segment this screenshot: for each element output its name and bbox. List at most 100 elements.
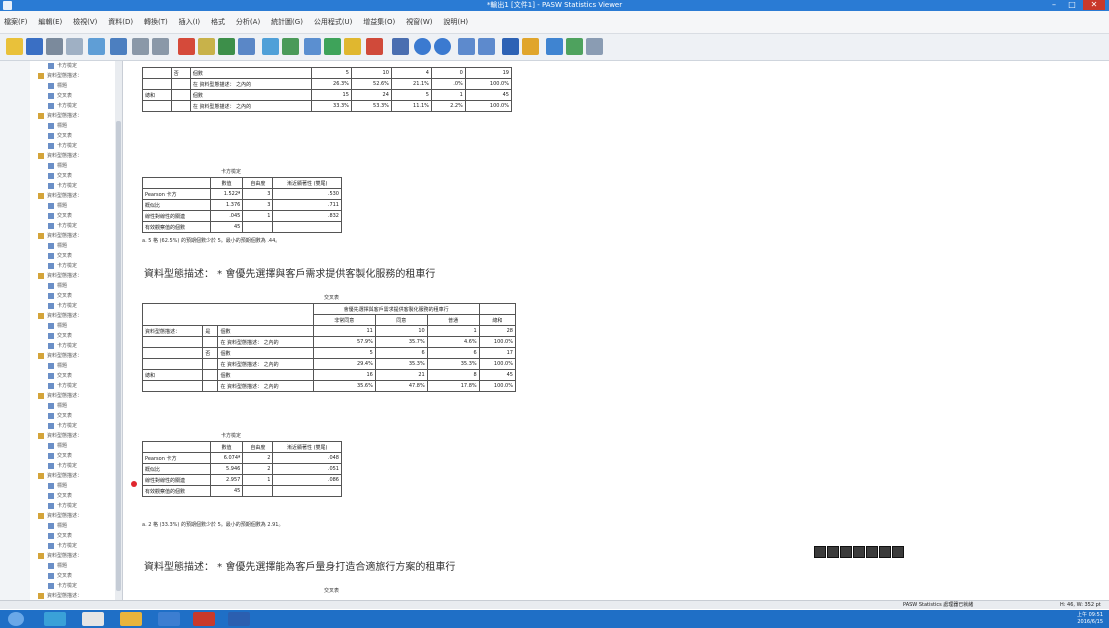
clock[interactable]: 上午 09:51 2016/6/15 [1077,612,1103,626]
dialog-recall-icon[interactable] [110,38,127,55]
menu-graphs[interactable]: 統計圖(G) [267,11,307,33]
explorer-icon[interactable] [120,612,142,626]
collapse-icon[interactable] [478,38,495,55]
pivot-icon[interactable] [814,546,826,558]
menu-file[interactable]: 檔案(F) [0,11,32,33]
outline-item[interactable]: 交叉表 [30,331,114,341]
menu-analyze[interactable]: 分析(A) [232,11,264,33]
outline-item[interactable]: 標題 [30,321,114,331]
ie-icon[interactable] [44,612,66,626]
outline-item[interactable]: 卡方檢定 [30,541,114,551]
outline-item[interactable]: 資料型態描述： [30,471,114,481]
save-icon[interactable] [26,38,43,55]
outline-item[interactable]: 卡方檢定 [30,461,114,471]
print-preview-icon[interactable] [66,38,83,55]
outline-item[interactable]: 卡方檢定 [30,421,114,431]
outline-item[interactable]: 資料型態描述： [30,551,114,561]
variables-icon[interactable] [238,38,255,55]
outline-pane[interactable]: 卡方檢定 資料型態描述： 標題 交叉表 卡方檢定 資料型態描述： 標題 交叉表 卡方檢定 資料型態… [30,61,123,604]
outline-item[interactable]: 標題 [30,281,114,291]
outline-item[interactable]: 資料型態描述： [30,271,114,281]
outline-item[interactable]: 卡方檢定 [30,221,114,231]
outline-item[interactable]: 交叉表 [30,451,114,461]
select-cases-icon[interactable] [282,38,299,55]
outline-item[interactable]: 交叉表 [30,291,114,301]
app-icon[interactable] [158,612,180,626]
outline-item[interactable]: 標題 [30,441,114,451]
outline-item[interactable]: 標題 [30,121,114,131]
zoom-icon[interactable] [879,546,891,558]
outline-item[interactable]: 卡方檢定 [30,101,114,111]
outline-item[interactable]: 卡方檢定 [30,341,114,351]
spell-icon[interactable] [366,38,383,55]
outline-item[interactable]: 卡方檢定 [30,381,114,391]
close-button[interactable]: ✕ [1083,0,1105,10]
outline-item[interactable]: 資料型態描述： [30,311,114,321]
chart-icon[interactable] [840,546,852,558]
menu-view[interactable]: 檢視(V) [69,11,101,33]
outline-item[interactable]: 交叉表 [30,251,114,261]
use-sets-icon[interactable] [324,38,341,55]
outline-item[interactable]: 標題 [30,241,114,251]
print-icon[interactable] [46,38,63,55]
goto-data-icon[interactable] [178,38,195,55]
settings-icon[interactable] [892,546,904,558]
output-content[interactable]: 否個數 5 10 4 0 19 在 資料型態描述： 之內的 26.3% 52.6% 21.1% .0… [124,61,1109,600]
outline-item[interactable]: 交叉表 [30,531,114,541]
minimize-button[interactable]: – [1046,0,1062,10]
undo-icon[interactable] [132,38,149,55]
outline-item[interactable]: 資料型態描述： [30,511,114,521]
menu-window[interactable]: 視窗(W) [402,11,436,33]
outline-item[interactable]: 標題 [30,521,114,531]
outline-item[interactable]: 資料型態描述： [30,71,114,81]
outline-item[interactable]: 標題 [30,161,114,171]
outline-item[interactable]: 資料型態描述： [30,151,114,161]
outline-item[interactable]: 資料型態描述： [30,351,114,361]
redo-icon[interactable] [152,38,169,55]
outline-item[interactable]: 資料型態描述： [30,231,114,241]
word-icon[interactable] [228,612,250,626]
export-icon[interactable] [88,38,105,55]
menu-transform[interactable]: 轉換(T) [140,11,172,33]
menu-help[interactable]: 說明(H) [439,11,472,33]
show-all-icon[interactable] [344,38,361,55]
outline-item[interactable]: 卡方檢定 [30,301,114,311]
outline-item[interactable]: 卡方檢定 [30,141,114,151]
outline-item[interactable]: 標題 [30,561,114,571]
outline-item[interactable]: 交叉表 [30,131,114,141]
outline-item[interactable]: 交叉表 [30,411,114,421]
outline-item[interactable]: 資料型態描述： [30,191,114,201]
outline-item[interactable]: 標題 [30,201,114,211]
outline-item[interactable]: 卡方檢定 [30,181,114,191]
text-icon[interactable] [866,546,878,558]
maximize-button[interactable]: □ [1064,0,1080,10]
open-icon[interactable] [6,38,23,55]
goto-case-icon[interactable] [198,38,215,55]
insert-title-icon[interactable] [566,38,583,55]
outline-scrollbar[interactable] [115,61,122,604]
outline-item[interactable]: 交叉表 [30,91,114,101]
value-labels-icon[interactable] [304,38,321,55]
outline-item[interactable]: 卡方檢定 [30,501,114,511]
outline-item[interactable]: 卡方檢定 [30,581,114,591]
menu-addons[interactable]: 增益集(O) [359,11,399,33]
expand-icon[interactable] [458,38,475,55]
table-icon[interactable] [853,546,865,558]
outline-item[interactable]: 資料型態描述： [30,111,114,121]
show-icon[interactable] [502,38,519,55]
chart-icon[interactable] [218,38,235,55]
outline-item[interactable]: 交叉表 [30,211,114,221]
outline-item[interactable]: 交叉表 [30,371,114,381]
menu-data[interactable]: 資料(D) [104,11,137,33]
outline-item[interactable]: 交叉表 [30,171,114,181]
insert-heading-icon[interactable] [546,38,563,55]
menu-edit[interactable]: 編輯(E) [34,11,66,33]
outline-item[interactable]: 資料型態描述： [30,391,114,401]
outline-item[interactable]: 標題 [30,481,114,491]
outline-item[interactable]: 標題 [30,81,114,91]
outline-item[interactable]: 卡方檢定 [30,261,114,271]
media-icon[interactable] [82,612,104,626]
menu-utilities[interactable]: 公用程式(U) [310,11,357,33]
outline-item[interactable]: 資料型態描述： [30,431,114,441]
format-icon[interactable] [827,546,839,558]
